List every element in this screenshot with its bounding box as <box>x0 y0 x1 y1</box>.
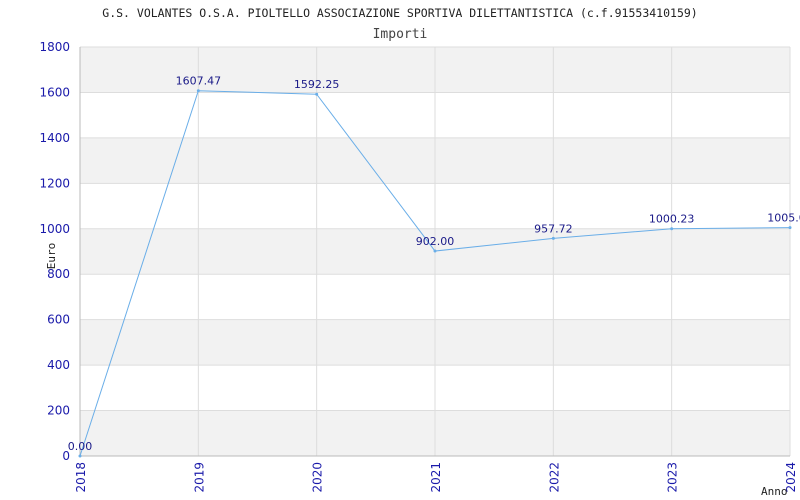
data-label: 1607.47 <box>176 75 222 88</box>
x-tick-label: 2020 <box>311 462 325 493</box>
x-tick-label: 2023 <box>666 462 680 493</box>
y-tick-label: 1200 <box>39 176 70 190</box>
data-label: 1005.00 <box>767 212 800 225</box>
chart-subtitle: Importi <box>373 27 428 42</box>
data-label: 1592.25 <box>294 78 340 91</box>
data-point <box>196 89 200 93</box>
data-point <box>315 92 319 96</box>
y-tick-label: 600 <box>47 313 70 327</box>
data-label: 902.00 <box>416 235 455 248</box>
x-tick-labels: 2018 2019 2020 2021 2022 2023 2024 <box>74 462 798 493</box>
y-tick-label: 1400 <box>39 131 70 145</box>
y-tick-label: 400 <box>47 358 70 372</box>
data-point <box>670 227 674 231</box>
x-tick-label: 2021 <box>429 462 443 493</box>
x-tick-label: 2019 <box>192 462 206 493</box>
line-chart: 020040060080010001200140016001800 2018 20… <box>39 6 800 498</box>
y-axis-label: Euro <box>45 243 58 270</box>
data-point <box>551 236 555 240</box>
y-tick-label: 1600 <box>39 85 70 99</box>
data-point <box>78 454 82 458</box>
data-label: 957.72 <box>534 222 573 235</box>
x-tick-label: 2022 <box>547 462 561 493</box>
y-tick-label: 1000 <box>39 222 70 236</box>
data-label: 1000.23 <box>649 213 695 226</box>
data-point <box>433 249 437 253</box>
data-label: 0.00 <box>68 440 93 453</box>
data-point <box>788 226 792 230</box>
y-tick-label: 1800 <box>39 40 70 54</box>
y-tick-label: 200 <box>47 404 70 418</box>
x-tick-label: 2018 <box>74 462 88 493</box>
chart-title: G.S. VOLANTES O.S.A. PIOLTELLO ASSOCIAZI… <box>102 6 697 20</box>
x-axis-label: Anno <box>761 485 788 498</box>
